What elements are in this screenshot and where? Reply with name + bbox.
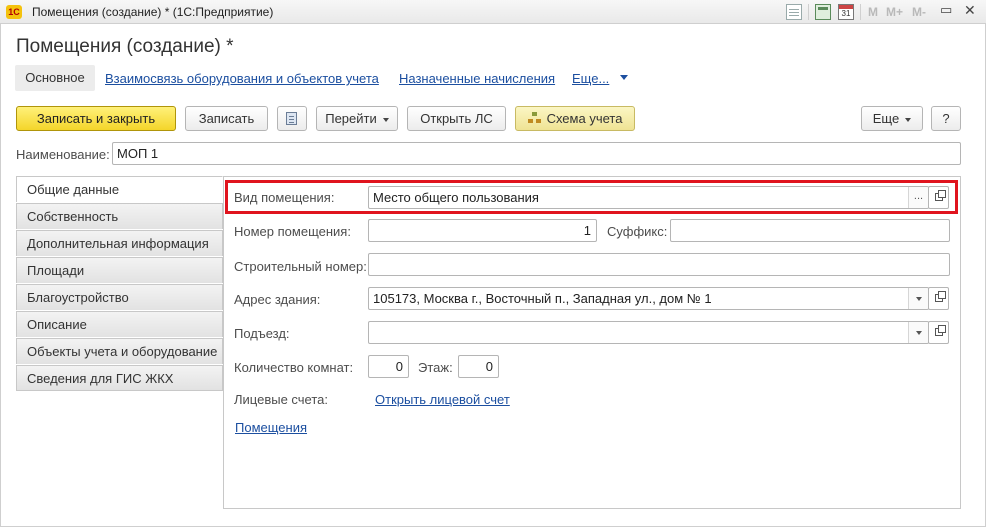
open-account-button[interactable]: Открыть ЛС bbox=[407, 106, 506, 131]
tab-equipment-relation[interactable]: Взаимосвязь оборудования и объектов учет… bbox=[105, 71, 379, 86]
room-number-input[interactable]: 1 bbox=[368, 219, 597, 242]
chevron-down-icon bbox=[916, 331, 922, 335]
open-room-type-button[interactable] bbox=[928, 186, 949, 209]
list-icon bbox=[286, 112, 297, 125]
open-account-link[interactable]: Открыть лицевой счет bbox=[375, 392, 510, 407]
side-tab-additional-info[interactable]: Дополнительная информация bbox=[16, 230, 223, 256]
open-icon bbox=[935, 190, 946, 201]
room-number-label: Номер помещения: bbox=[234, 224, 351, 239]
rooms-count-input[interactable]: 0 bbox=[368, 355, 409, 378]
save-and-close-button[interactable]: Записать и закрыть bbox=[16, 106, 176, 131]
close-icon[interactable]: ✕ bbox=[964, 2, 976, 19]
side-tab-amenities[interactable]: Благоустройство bbox=[16, 284, 223, 310]
entrance-input[interactable] bbox=[368, 321, 929, 344]
open-icon bbox=[935, 325, 946, 336]
caret-down-icon bbox=[382, 117, 389, 122]
open-icon bbox=[935, 291, 946, 302]
document-icon[interactable] bbox=[786, 4, 802, 20]
calendar-icon[interactable]: 31 bbox=[838, 4, 854, 20]
open-entrance-button[interactable] bbox=[928, 321, 949, 344]
goto-button[interactable]: Перейти bbox=[316, 106, 398, 131]
rooms-count-label: Количество комнат: bbox=[234, 360, 354, 375]
chevron-down-icon bbox=[916, 297, 922, 301]
tab-assigned-charges[interactable]: Назначенные начисления bbox=[399, 71, 555, 86]
address-input[interactable]: 105173, Москва г., Восточный п., Западна… bbox=[368, 287, 929, 310]
room-type-label: Вид помещения: bbox=[234, 190, 335, 205]
tab-main[interactable]: Основное bbox=[15, 65, 95, 91]
open-address-button[interactable] bbox=[928, 287, 949, 310]
save-button[interactable]: Записать bbox=[185, 106, 268, 131]
name-label: Наименование: bbox=[16, 147, 110, 162]
open-account-label: Открыть ЛС bbox=[420, 111, 493, 126]
chevron-down-icon[interactable] bbox=[620, 75, 628, 80]
side-tab-general[interactable]: Общие данные bbox=[16, 176, 223, 202]
memory-plus-button[interactable]: M+ bbox=[886, 5, 903, 19]
goto-label: Перейти bbox=[325, 111, 377, 126]
hierarchy-icon bbox=[528, 112, 541, 124]
tab-more[interactable]: Еще... bbox=[572, 71, 609, 86]
side-tab-ownership[interactable]: Собственность bbox=[16, 203, 223, 229]
save-and-close-label: Записать и закрыть bbox=[36, 111, 156, 126]
address-dropdown-button[interactable] bbox=[908, 288, 928, 309]
suffix-input[interactable] bbox=[670, 219, 950, 242]
address-value: 105173, Москва г., Восточный п., Западна… bbox=[373, 291, 712, 306]
page-title: Помещения (создание) * bbox=[16, 36, 234, 57]
room-type-value: Место общего пользования bbox=[373, 190, 539, 205]
side-tab-areas[interactable]: Площади bbox=[16, 257, 223, 283]
select-button[interactable]: ... bbox=[908, 187, 928, 208]
caret-down-icon bbox=[905, 117, 912, 122]
accounting-scheme-button[interactable]: Схема учета bbox=[515, 106, 635, 131]
memory-m-button[interactable]: M bbox=[868, 5, 878, 19]
help-label: ? bbox=[942, 111, 950, 126]
more-label: Еще bbox=[872, 111, 900, 126]
side-tab-description[interactable]: Описание bbox=[16, 311, 223, 337]
help-button[interactable]: ? bbox=[931, 106, 961, 131]
title-bar: 1С Помещения (создание) * (1С:Предприяти… bbox=[0, 0, 986, 24]
entrance-label: Подъезд: bbox=[234, 326, 290, 341]
accounting-scheme-label: Схема учета bbox=[546, 111, 623, 126]
calculator-icon[interactable] bbox=[815, 4, 831, 20]
build-number-input[interactable] bbox=[368, 253, 950, 276]
room-type-input[interactable]: Место общего пользования ... bbox=[368, 186, 929, 209]
suffix-label: Суффикс: bbox=[607, 224, 668, 239]
memory-minus-button[interactable]: M- bbox=[912, 5, 926, 19]
minimize-icon[interactable]: ▭ bbox=[940, 2, 952, 18]
rooms-link[interactable]: Помещения bbox=[235, 420, 307, 435]
name-input[interactable]: МОП 1 bbox=[112, 142, 961, 165]
accounts-label: Лицевые счета: bbox=[234, 392, 328, 407]
divider bbox=[808, 4, 809, 20]
address-label: Адрес здания: bbox=[234, 292, 321, 307]
divider bbox=[860, 4, 861, 20]
floor-input[interactable]: 0 bbox=[458, 355, 499, 378]
app-logo-icon: 1С bbox=[6, 5, 22, 19]
floor-label: Этаж: bbox=[418, 360, 453, 375]
build-number-label: Строительный номер: bbox=[234, 259, 367, 274]
save-label: Записать bbox=[198, 111, 255, 126]
side-tab-gis[interactable]: Сведения для ГИС ЖКХ bbox=[16, 365, 223, 391]
window-title: Помещения (создание) * (1С:Предприятие) bbox=[32, 5, 274, 19]
side-tab-equipment[interactable]: Объекты учета и оборудование bbox=[16, 338, 223, 364]
list-button[interactable] bbox=[277, 106, 307, 131]
more-button[interactable]: Еще bbox=[861, 106, 923, 131]
entrance-dropdown-button[interactable] bbox=[908, 322, 928, 343]
